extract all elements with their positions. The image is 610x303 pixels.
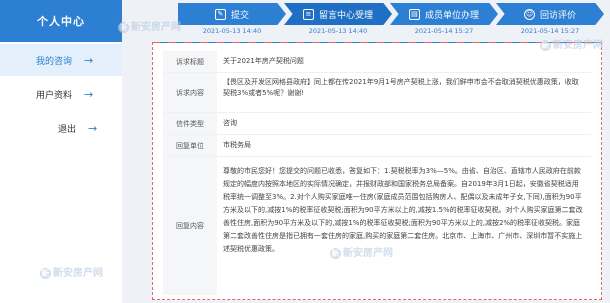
step-label: 回访评价 [539,10,576,21]
sidebar-item-user-profile[interactable]: 用户资料 → [0,78,122,110]
step-accept: ≡ 留言中心受理 [284,3,392,25]
step-time: 2021-05-13 14:40 [308,27,368,35]
progress-steps: ✎ 提交 2021-05-13 14:40 ≡ 留言中心受理 2021-05-1… [178,3,608,37]
step-process: ▤ 成员单位办理 [390,3,498,25]
arrow-right-icon: → [84,53,94,67]
field-value: 【畏区及开发区网格县政府】同上都在传2021年9月1号房产契税上涨，我们鲜申市会… [223,78,579,98]
step-submit: ✎ 提交 [178,3,286,25]
field-value: 咨询 [223,118,237,127]
sidebar-item-label: 我的咨询 [36,56,73,67]
detail-row-type: 信件类型 咨询 [163,113,591,135]
submit-icon: ✎ [214,8,226,20]
step-label: 提交 [230,10,249,21]
feedback-icon: ☺ [523,8,535,20]
sidebar-item-label: 用户资料 [36,90,73,101]
step-label: 成员单位办理 [424,10,479,21]
sidebar-item-my-consultation[interactable]: 我的咨询 → [0,44,122,76]
accept-icon: ≡ [302,8,314,20]
step-time: 2021-05-14 15:27 [414,27,474,35]
watermark-text: 新安房产网 [131,22,181,33]
arrow-right-icon: → [84,87,94,101]
consultation-detail-card: 诉求标题 关于2021年房产契税问题 诉求内容 【畏区及开发区网格县政府】同上都… [152,42,602,300]
field-value: 尊敬的市民您好！您提交的问题已收悉，答复如下：1.契税税率为3%—5%。由省、自… [223,167,583,253]
process-icon: ▤ [408,8,420,20]
step-feedback: ☺ 回访评价 [496,3,604,25]
step-label: 留言中心受理 [318,10,373,21]
detail-row-content: 诉求内容 【畏区及开发区网格县政府】同上都在传2021年9月1号房产契税上涨，我… [163,73,591,113]
detail-row-title: 诉求标题 关于2021年房产契税问题 [163,51,591,73]
field-value: 关于2021年房产契税问题 [223,56,304,65]
sidebar-item-label: 退出 [58,124,77,135]
field-label: 诉求内容 [163,73,217,112]
page: 个人中心 我的咨询 → 用户资料 → 退出 → ✎ 提交 2021-05-13 … [0,0,610,303]
field-label: 回复内容 [163,157,217,295]
field-value: 市税务局 [223,140,251,149]
sidebar: 个人中心 我的咨询 → 用户资料 → 退出 → [0,0,122,303]
watermark: 新新安房产网 [118,18,181,33]
field-label: 诉求标题 [163,51,217,72]
sidebar-title: 个人中心 [0,0,122,42]
detail-row-unit: 回复单位 市税务局 [163,135,591,157]
step-time: 2021-05-14 15:27 [520,27,580,35]
arrow-right-icon: → [88,121,98,135]
detail-row-reply: 回复内容 尊敬的市民您好！您提交的问题已收悉，答复如下：1.契税税率为3%—5%… [163,157,591,295]
field-label: 信件类型 [163,113,217,134]
step-time: 2021-05-13 14:40 [202,27,262,35]
sidebar-item-logout[interactable]: 退出 → [0,112,122,144]
field-label: 回复单位 [163,135,217,156]
